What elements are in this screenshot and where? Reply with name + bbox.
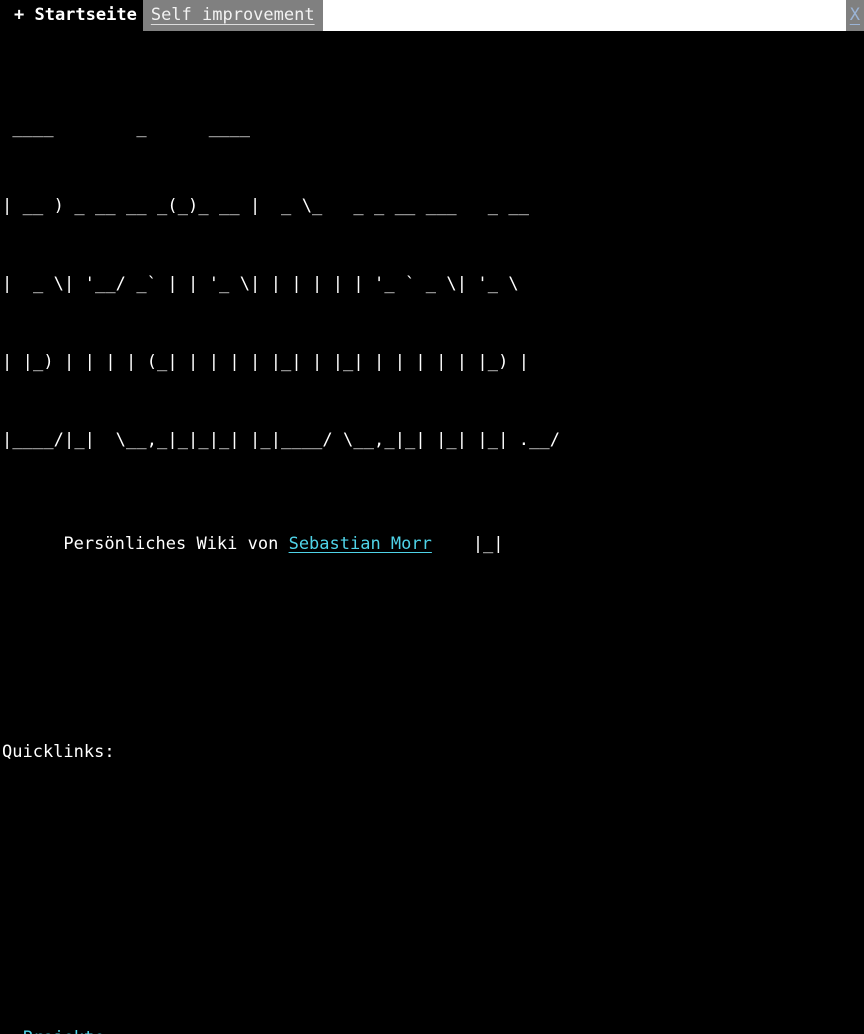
list-bullet: - bbox=[2, 1028, 22, 1034]
editor-buffer[interactable]: ____ _ ____ | __ ) _ __ __ _(_)_ __ | _ … bbox=[0, 31, 864, 1034]
tab-bar: + Startseite Self improvement X bbox=[0, 0, 864, 31]
ascii-banner-line-4: | |_) | | | | (_| | | | | |_| | |_| | | … bbox=[2, 352, 530, 372]
tab-startseite[interactable]: + Startseite bbox=[0, 0, 143, 31]
ascii-banner-line-2: | __ ) _ __ __ _(_)_ __ | _ \_ _ _ __ __… bbox=[2, 196, 530, 216]
subtitle-prefix: Persönliches Wiki von bbox=[2, 534, 289, 554]
subtitle-suffix: |_| bbox=[431, 534, 504, 554]
list-item: - Projekte bbox=[0, 1025, 864, 1034]
link-projekte[interactable]: Projekte bbox=[22, 1028, 104, 1034]
banner-subtitle: Persönliches Wiki von Sebastian Morr |_| bbox=[0, 531, 864, 557]
tab-self-improvement[interactable]: Self improvement bbox=[142, 0, 323, 31]
quicklinks-heading: Quicklinks: bbox=[2, 742, 115, 762]
ascii-banner-line-5: |____/|_| \__,_|_|_|_| |_|____/ \__,_|_|… bbox=[2, 430, 561, 450]
ascii-banner-line-1: ____ _ ____ bbox=[2, 118, 251, 138]
tabline-filler bbox=[322, 0, 846, 31]
ascii-banner-line-3: | _ \| '__/ _` | | '_ \| | | | | | '_ ` … bbox=[2, 274, 519, 294]
link-sebastian-morr[interactable]: Sebastian Morr bbox=[289, 534, 432, 554]
close-icon[interactable]: X bbox=[845, 0, 864, 31]
